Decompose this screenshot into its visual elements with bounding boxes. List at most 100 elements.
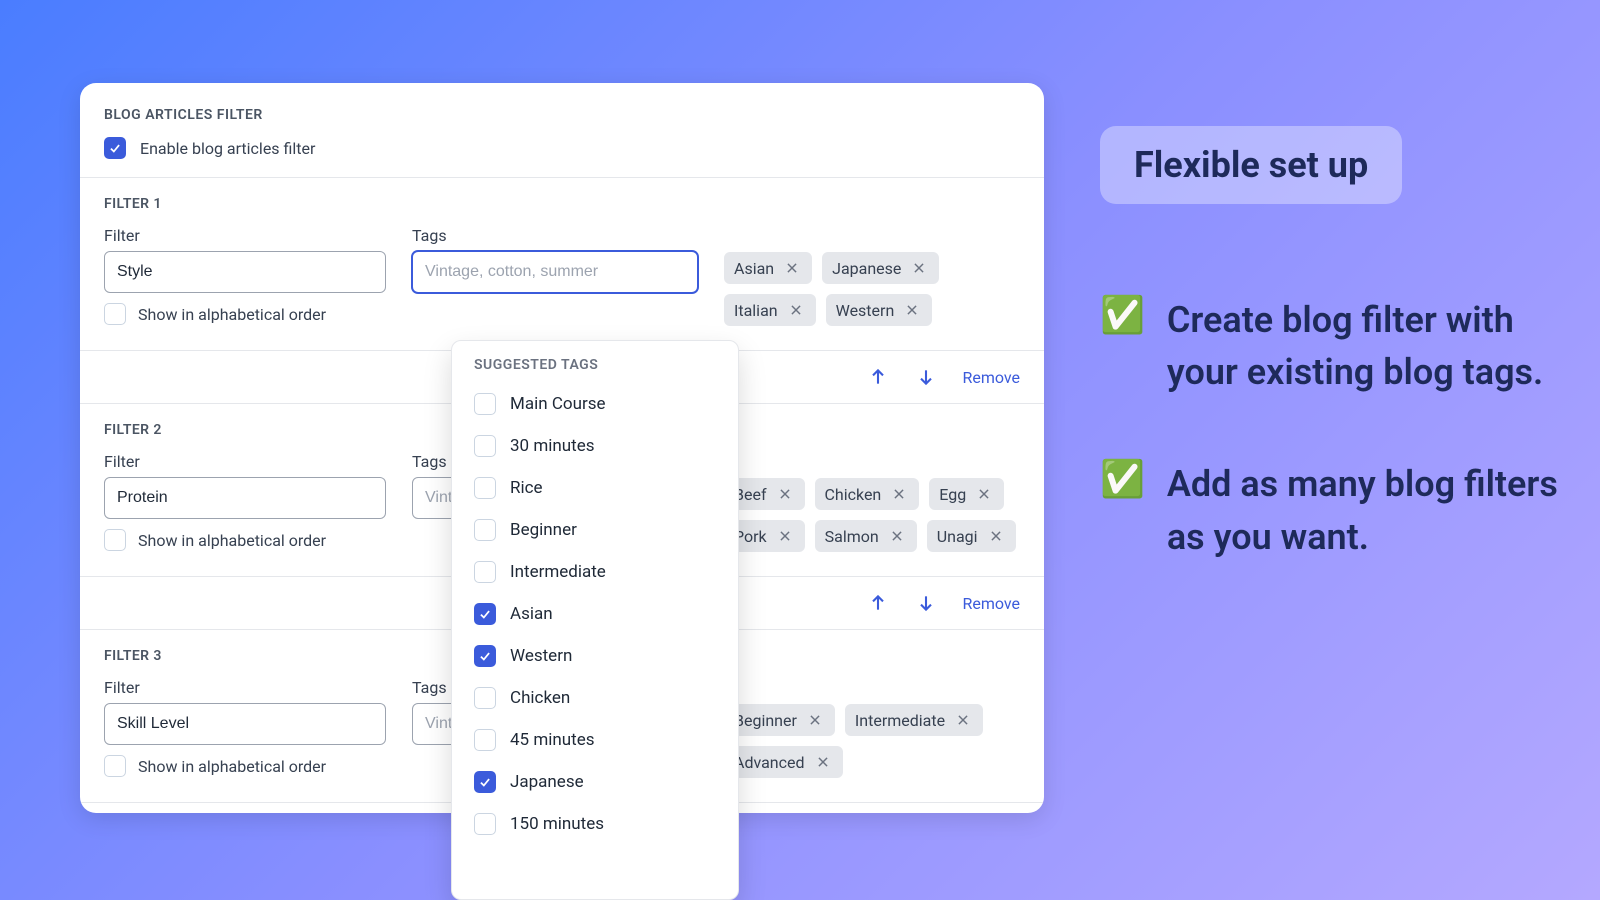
tag-remove-icon[interactable] bbox=[889, 484, 909, 504]
tag-chip-label: Advanced bbox=[734, 753, 805, 772]
tag-remove-icon[interactable] bbox=[775, 526, 795, 546]
suggested-tag-checkbox[interactable] bbox=[474, 813, 496, 835]
suggested-tag-label: Asian bbox=[510, 604, 553, 624]
suggested-tag-label: Intermediate bbox=[510, 562, 606, 582]
tag-chip: Italian bbox=[724, 294, 816, 326]
suggested-tag-item[interactable]: Japanese bbox=[470, 761, 720, 803]
tag-remove-icon[interactable] bbox=[813, 752, 833, 772]
promo-bullet: ✅ Add as many blog filters as you want. bbox=[1100, 458, 1567, 562]
filter-name-input[interactable] bbox=[104, 251, 386, 293]
tag-chip-label: Western bbox=[836, 301, 895, 320]
suggested-tag-item[interactable]: Main Course bbox=[470, 383, 720, 425]
enable-checkbox[interactable] bbox=[104, 137, 126, 159]
alpha-order-checkbox[interactable] bbox=[104, 529, 126, 551]
tag-remove-icon[interactable] bbox=[786, 300, 806, 320]
suggested-tag-checkbox[interactable] bbox=[474, 477, 496, 499]
tag-chip-label: Japanese bbox=[832, 259, 901, 278]
suggested-tag-label: 30 minutes bbox=[510, 436, 594, 456]
tag-remove-icon[interactable] bbox=[986, 526, 1006, 546]
filter-block: FILTER 1 Filter Show in alphabetical order… bbox=[80, 178, 1044, 351]
filter-label: Filter bbox=[104, 452, 386, 471]
filter-name-input[interactable] bbox=[104, 477, 386, 519]
suggested-tag-item[interactable]: Chicken bbox=[470, 677, 720, 719]
suggested-tag-label: Beginner bbox=[510, 520, 577, 540]
suggested-tag-item[interactable]: Rice bbox=[470, 467, 720, 509]
card-header: BLOG ARTICLES FILTER Enable blog article… bbox=[80, 83, 1044, 178]
suggested-tag-item[interactable]: Beginner bbox=[470, 509, 720, 551]
tag-chip-label: Asian bbox=[734, 259, 774, 278]
enable-label: Enable blog articles filter bbox=[140, 139, 315, 158]
alpha-order-label: Show in alphabetical order bbox=[138, 757, 326, 776]
filter-label: Filter bbox=[104, 226, 386, 245]
suggested-tag-checkbox[interactable] bbox=[474, 519, 496, 541]
tag-chip-label: Chicken bbox=[825, 485, 882, 504]
promo-bullet-text: Add as many blog filters as you want. bbox=[1167, 458, 1567, 562]
suggested-tag-checkbox[interactable] bbox=[474, 645, 496, 667]
tag-remove-icon[interactable] bbox=[782, 258, 802, 278]
move-up-button[interactable] bbox=[866, 365, 890, 389]
enable-row: Enable blog articles filter bbox=[104, 137, 1020, 159]
promo-badge: Flexible set up bbox=[1100, 126, 1402, 204]
alpha-order-label: Show in alphabetical order bbox=[138, 305, 326, 324]
promo-bullet: ✅ Create blog filter with your existing b… bbox=[1100, 294, 1567, 398]
tag-chip-label: Beginner bbox=[734, 711, 797, 730]
tags-input[interactable] bbox=[412, 251, 698, 293]
alpha-order-checkbox[interactable] bbox=[104, 303, 126, 325]
remove-link[interactable]: Remove bbox=[962, 368, 1020, 387]
tag-remove-icon[interactable] bbox=[909, 258, 929, 278]
tag-chip: Advanced bbox=[724, 746, 843, 778]
suggested-tag-label: Rice bbox=[510, 478, 543, 498]
suggested-tag-checkbox[interactable] bbox=[474, 687, 496, 709]
tag-chip-label: Intermediate bbox=[855, 711, 945, 730]
promo-bullet-text: Create blog filter with your existing bl… bbox=[1167, 294, 1567, 398]
filter-name-input[interactable] bbox=[104, 703, 386, 745]
suggested-tag-label: Main Course bbox=[510, 394, 606, 414]
move-down-button[interactable] bbox=[914, 591, 938, 615]
tag-remove-icon[interactable] bbox=[902, 300, 922, 320]
tag-remove-icon[interactable] bbox=[805, 710, 825, 730]
tag-remove-icon[interactable] bbox=[887, 526, 907, 546]
tag-chip: Western bbox=[826, 294, 933, 326]
tag-remove-icon[interactable] bbox=[953, 710, 973, 730]
tag-chip: Egg bbox=[929, 478, 1004, 510]
tag-chip-label: Salmon bbox=[825, 527, 879, 546]
suggested-tag-label: 150 minutes bbox=[510, 814, 604, 834]
tag-chip: Beginner bbox=[724, 704, 835, 736]
alpha-order-label: Show in alphabetical order bbox=[138, 531, 326, 550]
filter-eyebrow: FILTER 1 bbox=[104, 196, 1020, 212]
tag-remove-icon[interactable] bbox=[974, 484, 994, 504]
suggested-tag-checkbox[interactable] bbox=[474, 603, 496, 625]
suggested-tag-item[interactable]: 45 minutes bbox=[470, 719, 720, 761]
check-icon: ✅ bbox=[1100, 458, 1145, 501]
suggested-tag-item[interactable]: 30 minutes bbox=[470, 425, 720, 467]
promo-panel: Flexible set up ✅ Create blog filter with… bbox=[1100, 126, 1567, 623]
check-icon: ✅ bbox=[1100, 294, 1145, 337]
tag-chip: Japanese bbox=[822, 252, 939, 284]
suggested-tag-checkbox[interactable] bbox=[474, 771, 496, 793]
suggested-eyebrow: SUGGESTED TAGS bbox=[470, 357, 720, 373]
tag-remove-icon[interactable] bbox=[775, 484, 795, 504]
suggested-tag-item[interactable]: 150 minutes bbox=[470, 803, 720, 845]
tag-chip-label: Italian bbox=[734, 301, 778, 320]
remove-link[interactable]: Remove bbox=[962, 594, 1020, 613]
tag-chip-label: Egg bbox=[939, 485, 966, 504]
suggested-tag-item[interactable]: Intermediate bbox=[470, 551, 720, 593]
suggested-tag-checkbox[interactable] bbox=[474, 729, 496, 751]
move-down-button[interactable] bbox=[914, 365, 938, 389]
tag-chip-label: Unagi bbox=[937, 527, 978, 546]
suggested-tag-item[interactable]: Western bbox=[470, 635, 720, 677]
move-up-button[interactable] bbox=[866, 591, 890, 615]
suggested-tag-checkbox[interactable] bbox=[474, 561, 496, 583]
suggested-tag-label: Western bbox=[510, 646, 572, 666]
alpha-order-checkbox[interactable] bbox=[104, 755, 126, 777]
tag-chip: Salmon bbox=[815, 520, 917, 552]
suggested-tags-dropdown: SUGGESTED TAGS Main Course 30 minutes Rice… bbox=[451, 340, 739, 900]
suggested-tag-label: Chicken bbox=[510, 688, 570, 708]
suggested-tag-checkbox[interactable] bbox=[474, 393, 496, 415]
tag-chip: Asian bbox=[724, 252, 812, 284]
suggested-tag-item[interactable]: Asian bbox=[470, 593, 720, 635]
section-eyebrow: BLOG ARTICLES FILTER bbox=[104, 107, 1020, 123]
filter-label: Filter bbox=[104, 678, 386, 697]
suggested-tag-checkbox[interactable] bbox=[474, 435, 496, 457]
tag-chip: Chicken bbox=[815, 478, 920, 510]
